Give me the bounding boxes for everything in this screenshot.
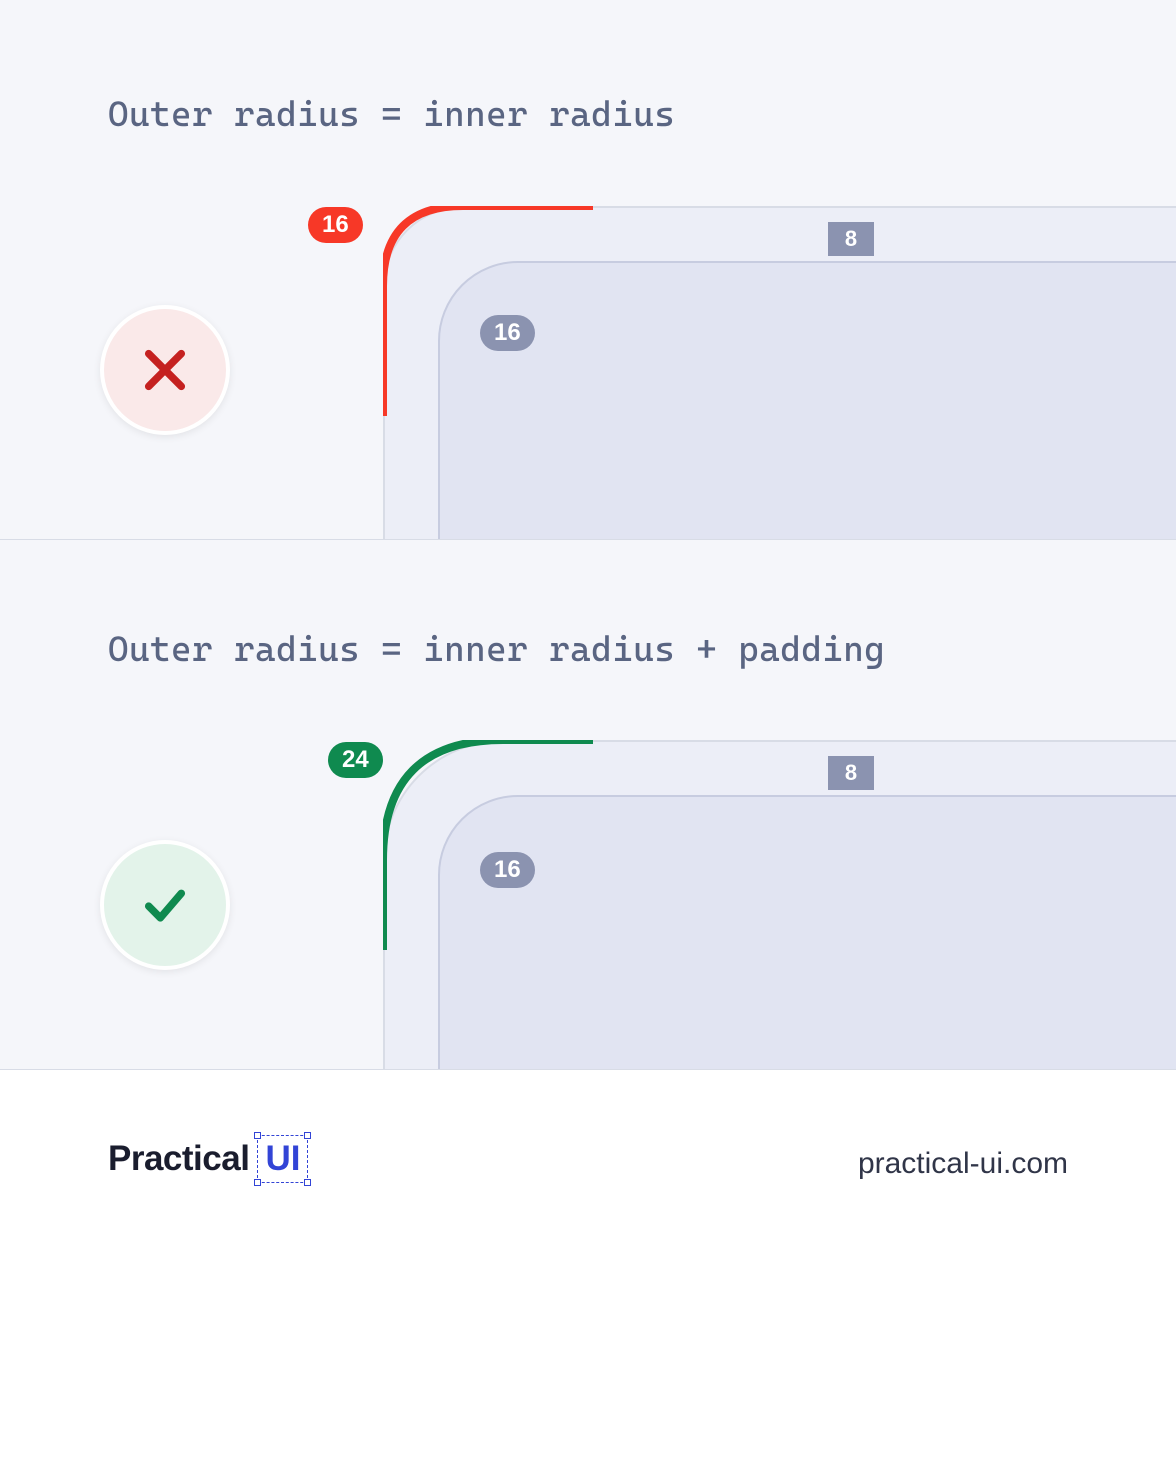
status-good-badge <box>100 840 230 970</box>
outer-radius-pill-good: 24 <box>328 742 383 778</box>
status-bad-badge <box>100 305 230 435</box>
selection-box-icon <box>257 1135 308 1183</box>
selection-handle-icon <box>304 1179 311 1186</box>
bad-title: Outer radius = inner radius <box>108 95 675 135</box>
selection-handle-icon <box>304 1132 311 1139</box>
padding-label-good: 8 <box>828 756 874 790</box>
panel-bad-example: Outer radius = inner radius 16 16 8 <box>0 0 1176 540</box>
cross-icon <box>137 342 193 398</box>
padding-label-bad: 8 <box>828 222 874 256</box>
inner-radius-pill-bad: 16 <box>480 315 535 351</box>
outer-radius-pill-bad: 16 <box>308 207 363 243</box>
brand-word: Practical <box>108 1139 249 1179</box>
brand-logo: Practical UI <box>108 1135 308 1183</box>
footer-url: practical-ui.com <box>858 1147 1068 1181</box>
check-icon <box>137 877 193 933</box>
inner-box-bad <box>438 261 1176 540</box>
inner-radius-pill-good: 16 <box>480 852 535 888</box>
inner-box-good <box>438 795 1176 1070</box>
selection-handle-icon <box>254 1179 261 1186</box>
selection-handle-icon <box>254 1132 261 1139</box>
good-title: Outer radius = inner radius + padding <box>108 630 885 670</box>
footer: Practical UI practical-ui.com <box>0 1070 1176 1472</box>
brand-ui-box: UI <box>257 1135 308 1183</box>
panel-good-example: Outer radius = inner radius + padding 24… <box>0 540 1176 1070</box>
